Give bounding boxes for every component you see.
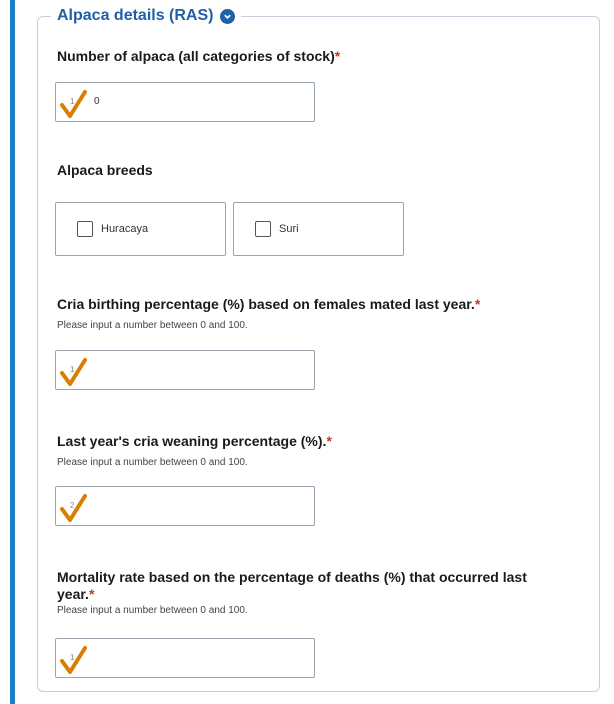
breed-option-huracaya[interactable]: Huracaya (55, 202, 226, 256)
cria-weaning-input[interactable]: 2 (55, 486, 315, 526)
cria-birthing-hint: Please input a number between 0 and 100. (57, 320, 248, 331)
cria-weaning-label: Last year's cria weaning percentage (%).… (57, 433, 332, 449)
mortality-input[interactable]: 1 (55, 638, 315, 678)
breed-option-label: Huracaya (101, 223, 149, 235)
svg-text:2: 2 (70, 501, 75, 510)
mortality-hint: Please input a number between 0 and 100. (57, 605, 248, 616)
alpaca-breeds-label: Alpaca breeds (57, 162, 153, 178)
checkbox[interactable] (255, 221, 271, 237)
section-legend: Alpaca details (RAS) (51, 4, 242, 28)
svg-text:1: 1 (70, 365, 75, 374)
svg-text:1: 1 (70, 97, 75, 106)
cria-birthing-label: Cria birthing percentage (%) based on fe… (57, 296, 481, 312)
checkmark-icon: 1 (60, 90, 87, 118)
alpaca-count-value: 0 (94, 96, 100, 107)
mortality-label: Mortality rate based on the percentage o… (57, 569, 527, 602)
breed-option-suri[interactable]: Suri (233, 202, 404, 256)
alpaca-count-label: Number of alpaca (all categories of stoc… (57, 48, 341, 64)
breed-option-label: Suri (279, 223, 299, 235)
chevron-down-icon[interactable] (220, 8, 236, 24)
cria-birthing-input[interactable]: 1 (55, 350, 315, 390)
section-title: Alpaca details (RAS) (57, 7, 214, 24)
svg-text:1: 1 (70, 653, 75, 662)
checkmark-icon: 1 (60, 358, 87, 386)
checkbox[interactable] (77, 221, 93, 237)
checkmark-icon: 2 (60, 494, 87, 522)
cria-weaning-hint: Please input a number between 0 and 100. (57, 457, 248, 468)
section-accent-bar (10, 0, 15, 704)
alpaca-count-input[interactable]: 1 0 (55, 82, 315, 122)
checkmark-icon: 1 (60, 646, 87, 674)
